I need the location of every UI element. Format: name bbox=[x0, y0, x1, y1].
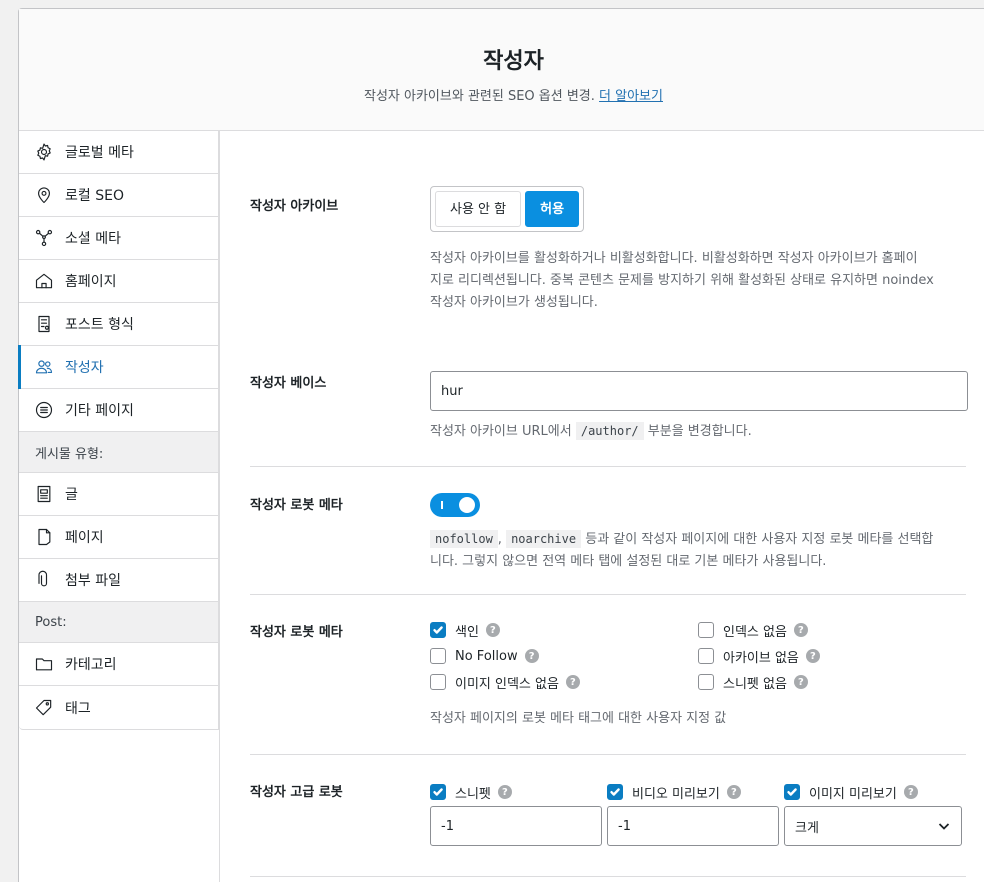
folder-icon bbox=[33, 653, 55, 675]
help-icon[interactable]: ? bbox=[497, 785, 512, 799]
settings-panel: 작성자 작성자 아카이브와 관련된 SEO 옵션 변경. 더 알아보기 글로벌 … bbox=[18, 8, 984, 882]
help-icon[interactable]: ? bbox=[793, 675, 808, 689]
chevron-down-icon bbox=[938, 823, 950, 830]
archive-disable-button[interactable]: 사용 안 함 bbox=[435, 191, 522, 227]
users-icon bbox=[33, 356, 55, 378]
robots-meta-toggle-row: 작성자 로봇 메타 nofollow, noarchive 등과 같이 작성자 … bbox=[250, 467, 966, 595]
help-icon[interactable]: ? bbox=[903, 785, 918, 799]
author-base-label: 작성자 베이스 bbox=[250, 376, 327, 391]
checkbox-nofollow[interactable]: No Follow ? bbox=[430, 643, 539, 669]
author-base-code: /author/ bbox=[575, 422, 644, 440]
author-base-input[interactable] bbox=[430, 371, 968, 411]
home-icon bbox=[33, 270, 55, 292]
max-image-preview-select[interactable]: 크게 bbox=[784, 806, 962, 846]
sidebar-nav: 글로벌 메타 로컬 SEO 소셜 메타 홈페이지 포스트 형식 작성자 기타 페… bbox=[18, 131, 219, 730]
sidebar-item-global-meta[interactable]: 글로벌 메타 bbox=[19, 131, 218, 174]
checkbox-noimageindex[interactable]: 이미지 인덱스 없음 ? bbox=[430, 669, 580, 695]
robots-meta-toggle[interactable] bbox=[430, 493, 480, 517]
checkbox-checked-icon bbox=[430, 784, 446, 800]
page-description: 작성자 아카이브와 관련된 SEO 옵션 변경. 더 알아보기 bbox=[364, 89, 663, 104]
checkbox-checked-icon bbox=[784, 784, 800, 800]
sidebar-group-post: Post: bbox=[19, 602, 218, 643]
help-icon[interactable]: ? bbox=[726, 785, 741, 799]
help-icon[interactable]: ? bbox=[485, 623, 500, 637]
checkbox-checked-icon bbox=[430, 622, 446, 638]
advanced-robots-row: 작성자 고급 로봇 스니펫 ? 비디오 미리보기 ? 이미지 미리보기 ? -1… bbox=[250, 755, 966, 877]
page-header: 작성자 작성자 아카이브와 관련된 SEO 옵션 변경. 더 알아보기 bbox=[19, 9, 984, 131]
sidebar-item-author[interactable]: 작성자 bbox=[18, 345, 218, 389]
help-icon[interactable]: ? bbox=[793, 623, 808, 637]
checkbox-max-video-preview[interactable]: 비디오 미리보기 ? bbox=[607, 779, 741, 805]
gear-icon bbox=[33, 141, 55, 163]
sidebar-item-homepage[interactable]: 홈페이지 bbox=[19, 260, 218, 303]
page-title: 작성자 bbox=[483, 49, 544, 74]
paperclip-icon bbox=[33, 569, 55, 591]
share-nodes-icon bbox=[33, 227, 55, 249]
sidebar-item-local-seo[interactable]: 로컬 SEO bbox=[19, 174, 218, 217]
sidebar-item-categories[interactable]: 카테고리 bbox=[19, 643, 218, 686]
checkbox-index[interactable]: 색인 ? bbox=[430, 617, 500, 643]
robots-meta-label: 작성자 로봇 메타 bbox=[250, 625, 343, 640]
archive-help-text: 작성자 아카이브를 활성화하거나 비활성화합니다. 비활성화하면 작성자 아카이… bbox=[430, 251, 934, 310]
advanced-robots-label: 작성자 고급 로봇 bbox=[250, 785, 343, 800]
sidebar-item-tags[interactable]: 태그 bbox=[19, 686, 218, 729]
author-base-row: 작성자 베이스 작성자 아카이브 URL에서 /author/ 부분을 변경합니… bbox=[250, 349, 968, 467]
main-content: 작성자 아카이브 사용 안 함 허용 작성자 아카이브를 활성화하거나 비활성화… bbox=[219, 131, 984, 882]
max-video-preview-input[interactable] bbox=[607, 806, 779, 846]
checkbox-noarchive[interactable]: 아카이브 없음 ? bbox=[698, 643, 820, 669]
robots-meta-toggle-label: 작성자 로봇 메타 bbox=[250, 498, 343, 513]
max-snippet-input[interactable] bbox=[430, 806, 602, 846]
author-archive-row: 작성자 아카이브 사용 안 함 허용 작성자 아카이브를 활성화하거나 비활성화… bbox=[250, 185, 966, 335]
sidebar-item-attachments[interactable]: 첨부 파일 bbox=[19, 559, 218, 602]
post-format-icon bbox=[33, 313, 55, 335]
page-icon bbox=[33, 526, 55, 548]
checkbox-max-image-preview[interactable]: 이미지 미리보기 ? bbox=[784, 779, 918, 805]
robots-meta-row: 작성자 로봇 메타 색인 ? 인덱스 없음 ? No Follow ? 아카이브… bbox=[250, 595, 966, 755]
checkbox-noindex[interactable]: 인덱스 없음 ? bbox=[698, 617, 808, 643]
sidebar-item-social-meta[interactable]: 소셜 메타 bbox=[19, 217, 218, 260]
author-base-help: 작성자 아카이브 URL에서 /author/ 부분을 변경합니다. bbox=[430, 422, 752, 440]
robots-meta-toggle-help: nofollow, noarchive 등과 같이 작성자 페이지에 대한 사용… bbox=[430, 530, 934, 569]
checkbox-max-snippet[interactable]: 스니펫 ? bbox=[430, 779, 512, 805]
archive-enable-button[interactable]: 허용 bbox=[525, 191, 580, 227]
author-archive-switch: 사용 안 함 허용 bbox=[430, 186, 585, 232]
learn-more-link[interactable]: 더 알아보기 bbox=[599, 89, 663, 104]
help-icon[interactable]: ? bbox=[805, 649, 820, 663]
tag-icon bbox=[33, 697, 55, 719]
sidebar-item-post-format[interactable]: 포스트 형식 bbox=[19, 303, 218, 346]
robots-meta-help: 작성자 페이지의 로봇 메타 태그에 대한 사용자 지정 값 bbox=[430, 711, 727, 726]
checkbox-checked-icon bbox=[607, 784, 623, 800]
help-icon[interactable]: ? bbox=[565, 675, 580, 689]
author-archive-label: 작성자 아카이브 bbox=[250, 199, 339, 214]
help-icon[interactable]: ? bbox=[524, 649, 539, 663]
sidebar-item-other-pages[interactable]: 기타 페이지 bbox=[19, 389, 218, 432]
list-circle-icon bbox=[33, 399, 55, 421]
location-pin-icon bbox=[33, 184, 55, 206]
checkbox-nosnippet[interactable]: 스니펫 없음 ? bbox=[698, 669, 808, 695]
sidebar-group-post-types: 게시물 유형: bbox=[19, 432, 218, 473]
sidebar-item-posts[interactable]: 글 bbox=[19, 473, 218, 516]
post-icon bbox=[33, 483, 55, 505]
sidebar-item-pages[interactable]: 페이지 bbox=[19, 516, 218, 559]
